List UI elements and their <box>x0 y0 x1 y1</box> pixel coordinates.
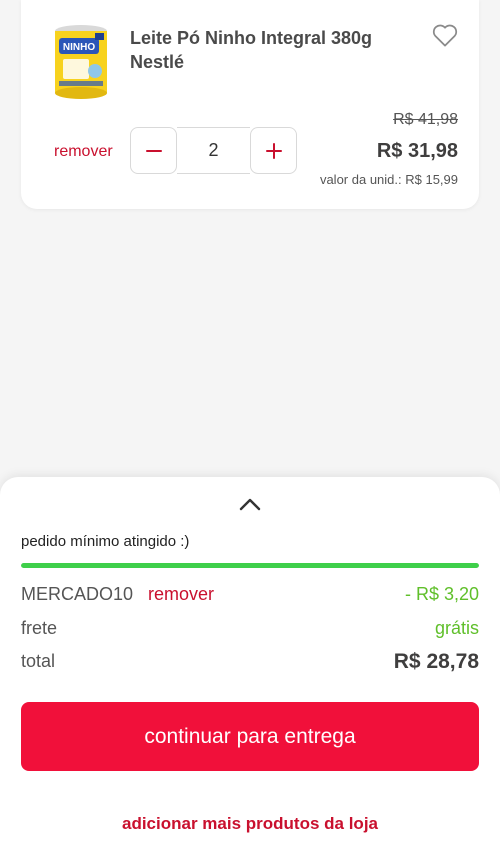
quantity-stepper: 2 <box>130 127 297 174</box>
original-price: R$ 41,98 <box>393 111 458 128</box>
freight-label: frete <box>21 618 58 638</box>
remove-item-button[interactable]: remover <box>54 143 113 161</box>
cart-page: NINHO Leite Pó Ninho Integral 380g Nestl… <box>0 0 500 865</box>
decrease-quantity-button[interactable] <box>130 127 177 174</box>
coupon-discount: - R$ 3,20 <box>404 584 479 604</box>
remove-coupon-button[interactable]: remover <box>148 584 214 605</box>
total-label: total <box>21 651 56 671</box>
continue-to-delivery-button[interactable]: continuar para entrega <box>21 702 479 771</box>
item-price: R$ 31,98 <box>376 140 458 162</box>
add-more-products-link[interactable]: adicionar mais produtos da loja <box>0 814 500 834</box>
heart-outline-icon[interactable] <box>430 20 460 50</box>
total-value: R$ 28,78 <box>393 650 479 673</box>
increase-quantity-button[interactable] <box>250 127 297 174</box>
chevron-up-icon[interactable] <box>237 494 263 514</box>
unit-price: valor da unid.: R$ 15,99 <box>319 172 458 187</box>
coupon-code: MERCADO10 <box>21 584 134 604</box>
order-summary-sheet: pedido mínimo atingido :) MERCADO10 remo… <box>0 477 500 865</box>
product-image[interactable]: NINHO <box>51 23 111 101</box>
coupon-row: MERCADO10 remover - R$ 3,20 <box>21 584 479 610</box>
cart-item-card: NINHO Leite Pó Ninho Integral 380g Nestl… <box>21 0 479 209</box>
minimum-order-progress <box>21 563 479 568</box>
total-row: total R$ 28,78 <box>21 650 479 677</box>
svg-text:NINHO: NINHO <box>63 42 95 53</box>
minimum-order-status: pedido mínimo atingido :) <box>21 533 190 550</box>
plus-icon <box>265 142 282 159</box>
product-name: Leite Pó Ninho Integral 380g Nestlé <box>130 28 373 72</box>
minus-icon <box>145 149 162 152</box>
freight-value: grátis <box>434 618 479 638</box>
quantity-value[interactable]: 2 <box>177 127 250 174</box>
progress-fill <box>21 563 479 568</box>
freight-row: frete grátis <box>21 618 479 644</box>
